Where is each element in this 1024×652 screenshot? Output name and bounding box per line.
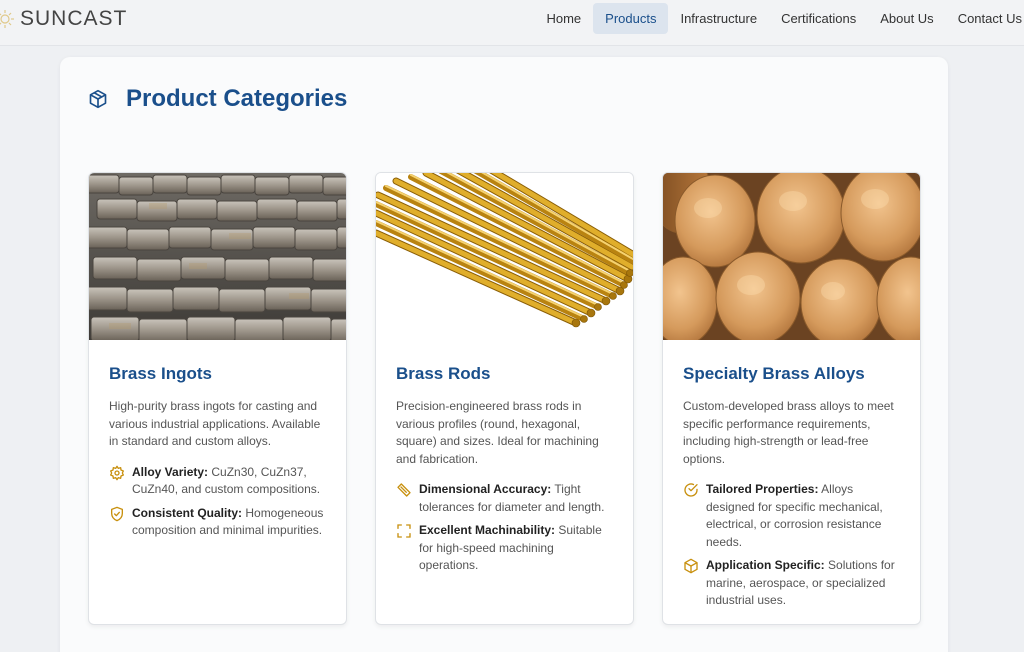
feature-item: Consistent Quality: Homogeneous composit… [109,505,326,540]
brass-rods-photo [376,173,633,340]
ruler-icon [397,483,411,497]
feature-label: Application Specific: [706,558,825,572]
card-title[interactable]: Brass Ingots [109,364,326,384]
feature-item: Tailored Properties: Alloys designed for… [683,481,900,551]
brass-billets-photo [663,173,920,340]
section-title: Product Categories [126,85,348,112]
product-card-brass-ingots[interactable]: Brass Ingots High-purity brass ingots fo… [88,172,347,625]
card-title[interactable]: Brass Rods [396,364,613,384]
feature-label: Dimensional Accuracy: [419,482,552,496]
card-description: Custom-developed brass alloys to meet sp… [683,399,894,466]
cube-icon [89,89,107,109]
brand-name: SUNCAST [20,7,128,30]
feature-item: Alloy Variety: CuZn30, CuZn37, CuZn40, a… [109,464,326,499]
product-categories-section: Product Categories Brass Ingots High-pur… [60,57,948,652]
brand-logo[interactable]: SUNCAST [0,6,127,32]
card-title[interactable]: Specialty Brass Alloys [683,364,900,384]
top-navbar: SUNCAST Home Products Infrastructure Cer… [0,0,1024,46]
card-description: Precision-engineered brass rods in vario… [396,399,599,466]
sun-logo-icon [0,6,18,32]
feature-item: Excellent Machinability: Suitable for hi… [396,522,613,575]
section-header: Product Categories [88,85,347,113]
brass-ingots-photo [89,173,346,340]
feature-item: Application Specific: Solutions for mari… [683,557,900,610]
nav-certifications[interactable]: Certifications [769,3,868,34]
nav-home[interactable]: Home [534,3,593,34]
product-card-brass-rods[interactable]: Brass Rods Precision-engineered brass ro… [375,172,634,625]
card-description: High-purity brass ingots for casting and… [109,399,321,448]
nav-about-us[interactable]: About Us [868,3,945,34]
nav-products[interactable]: Products [593,3,669,34]
box-icon [684,558,698,574]
nav-infrastructure[interactable]: Infrastructure [668,3,769,34]
check-circle-icon [684,483,698,497]
feature-label: Consistent Quality: [132,505,243,520]
product-card-specialty-brass-alloys[interactable]: Specialty Brass Alloys Custom-developed … [662,172,921,625]
feature-item: Dimensional Accuracy: Tight tolerances f… [396,481,613,516]
crop-frame-icon [397,524,411,538]
feature-label: Alloy Variety: [132,464,209,479]
shield-check-icon [111,506,123,521]
nav-contact-us[interactable]: Contact Us [946,3,1024,34]
main-nav: Home Products Infrastructure Certificati… [534,3,1024,34]
feature-label: Tailored Properties: [706,482,819,496]
gear-icon [110,465,124,480]
feature-label: Excellent Machinability: [419,523,556,537]
